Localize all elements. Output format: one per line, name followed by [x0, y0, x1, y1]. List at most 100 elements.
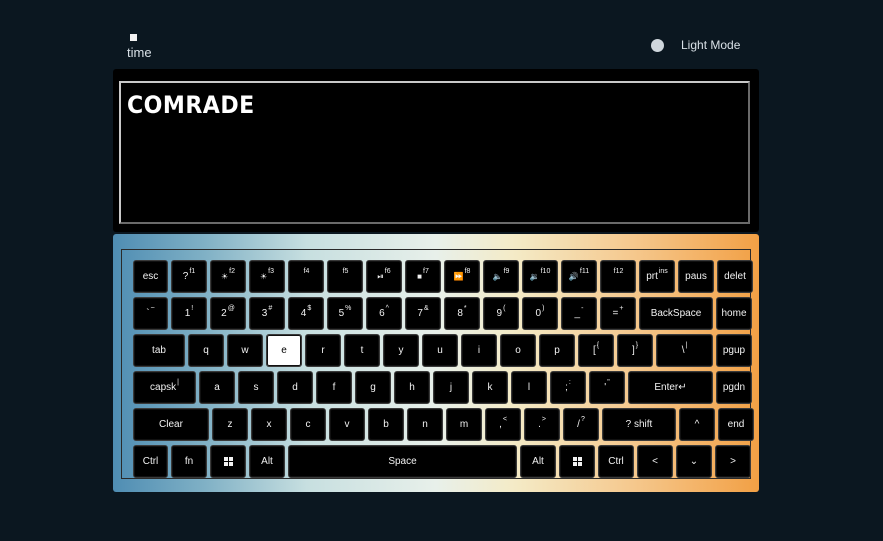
- key-pgdn[interactable]: pgdn: [716, 371, 752, 404]
- key-label: 🔉: [529, 272, 540, 281]
- key-0-blank[interactable]: 0): [522, 297, 558, 330]
- key-pgup[interactable]: pgup: [716, 334, 752, 367]
- key-left-bracket-blank[interactable]: [{: [578, 334, 614, 367]
- key-backslash-blank[interactable]: \ |: [656, 334, 713, 367]
- key-semicolon-blank[interactable]: ;:: [550, 371, 586, 404]
- key-1-blank[interactable]: 1!: [171, 297, 207, 330]
- key-j[interactable]: j: [433, 371, 469, 404]
- key-enter[interactable]: Enter↵: [628, 371, 713, 404]
- key-end[interactable]: end: [718, 408, 754, 441]
- key-label: h: [409, 382, 415, 393]
- key-home[interactable]: home: [716, 297, 752, 330]
- key-s[interactable]: s: [238, 371, 274, 404]
- key-quote-blank[interactable]: ' ": [589, 371, 625, 404]
- key-brightness-f3[interactable]: ☀ f3: [249, 260, 285, 293]
- key-play-pause-f6[interactable]: ⏯ f6: [366, 260, 402, 293]
- light-mode-label[interactable]: Light Mode: [681, 38, 740, 52]
- key-right-arrow[interactable]: >: [715, 445, 751, 478]
- key-label: ⌄: [689, 456, 699, 467]
- key-question-f1[interactable]: ? f1: [171, 260, 207, 293]
- key-secondary-label: f4: [303, 268, 310, 275]
- key-backtick-tilde[interactable]: ` ~: [133, 297, 168, 330]
- key-d[interactable]: d: [277, 371, 313, 404]
- key-delet[interactable]: delet: [717, 260, 753, 293]
- key-paus[interactable]: paus: [678, 260, 714, 293]
- key-3-blank[interactable]: 3 #: [249, 297, 285, 330]
- key-up-arrow[interactable]: ^: [679, 408, 715, 441]
- key-w[interactable]: w: [227, 334, 263, 367]
- key-z[interactable]: z: [212, 408, 248, 441]
- key-2-blank[interactable]: 2 @: [210, 297, 246, 330]
- key-blank-f5[interactable]: f5: [327, 260, 363, 293]
- key-slash-question[interactable]: /?: [563, 408, 599, 441]
- key-down-arrow[interactable]: ⌄: [676, 445, 712, 478]
- key-8-blank[interactable]: 8 *: [444, 297, 480, 330]
- key-x[interactable]: x: [251, 408, 287, 441]
- key-label: 5: [338, 308, 345, 319]
- key-r[interactable]: r: [305, 334, 341, 367]
- toggle-dot-icon[interactable]: [651, 38, 664, 52]
- key-alt[interactable]: Alt: [249, 445, 285, 478]
- key-ctrl[interactable]: Ctrl: [598, 445, 634, 478]
- key-backspace[interactable]: BackSpace: [639, 297, 713, 330]
- key-v[interactable]: v: [329, 408, 365, 441]
- key-6-up-arrow[interactable]: 6 ^: [366, 297, 402, 330]
- key-capsk-blank[interactable]: capsk |: [133, 371, 196, 404]
- key-u[interactable]: u: [422, 334, 458, 367]
- key-b[interactable]: b: [368, 408, 404, 441]
- key-left-arrow[interactable]: <: [637, 445, 673, 478]
- key-win[interactable]: [559, 445, 595, 478]
- key-5-blank[interactable]: 5%: [327, 297, 363, 330]
- key-label: j: [449, 382, 453, 393]
- key-prt-ins[interactable]: prt ins: [639, 260, 675, 293]
- key-y[interactable]: y: [383, 334, 419, 367]
- key-brightness-f2[interactable]: ☀ f2: [210, 260, 246, 293]
- key-h[interactable]: h: [394, 371, 430, 404]
- key-c[interactable]: c: [290, 408, 326, 441]
- key-label: BackSpace: [650, 308, 702, 319]
- key-label: <: [652, 456, 658, 467]
- key-space[interactable]: Space: [288, 445, 517, 478]
- key-t[interactable]: t: [344, 334, 380, 367]
- key-a[interactable]: a: [199, 371, 235, 404]
- key-blank-f9[interactable]: 🔈 f9: [483, 260, 519, 293]
- key-tab[interactable]: tab: [133, 334, 185, 367]
- key-n[interactable]: n: [407, 408, 443, 441]
- key-underscore-blank[interactable]: _ -: [561, 297, 597, 330]
- key-blank-f11[interactable]: 🔊 f11: [561, 260, 597, 293]
- key-q[interactable]: q: [188, 334, 224, 367]
- key-blank-f10[interactable]: 🔉 f10: [522, 260, 558, 293]
- key-blank-f4[interactable]: f4: [288, 260, 324, 293]
- key-win[interactable]: [210, 445, 246, 478]
- key-fast-forward-f8[interactable]: ⏩ f8: [444, 260, 480, 293]
- key-label: 2: [221, 308, 227, 319]
- key-comma-left-arrow[interactable]: , <: [485, 408, 521, 441]
- key-p[interactable]: p: [539, 334, 575, 367]
- key-i[interactable]: i: [461, 334, 497, 367]
- key-clear[interactable]: Clear: [133, 408, 209, 441]
- key-period-right-arrow[interactable]: . >: [524, 408, 560, 441]
- key-9-blank[interactable]: 9(: [483, 297, 519, 330]
- light-mode-toggle[interactable]: Light Mode: [651, 38, 740, 52]
- key-fn[interactable]: fn: [171, 445, 207, 478]
- key-alt[interactable]: Alt: [520, 445, 556, 478]
- key-equals-blank[interactable]: = +: [600, 297, 636, 330]
- key-blank-f12[interactable]: f12: [600, 260, 636, 293]
- key-right-bracket-blank[interactable]: ]}: [617, 334, 653, 367]
- key-label: ⏯: [377, 271, 384, 281]
- key-g[interactable]: g: [355, 371, 391, 404]
- key-f[interactable]: f: [316, 371, 352, 404]
- key-question-shift[interactable]: ? shift: [602, 408, 676, 441]
- key-m[interactable]: m: [446, 408, 482, 441]
- key-l[interactable]: l: [511, 371, 547, 404]
- key-esc[interactable]: esc: [133, 260, 168, 293]
- key-label: y: [398, 345, 404, 356]
- key-k[interactable]: k: [472, 371, 508, 404]
- key-7-blank[interactable]: 7 &: [405, 297, 441, 330]
- key-e[interactable]: e: [266, 334, 302, 367]
- key-4-blank[interactable]: 4 $: [288, 297, 324, 330]
- key-label: g: [370, 382, 376, 393]
- key-ctrl[interactable]: Ctrl: [133, 445, 168, 478]
- key-stop-f7[interactable]: ■ f7: [405, 260, 441, 293]
- key-o[interactable]: o: [500, 334, 536, 367]
